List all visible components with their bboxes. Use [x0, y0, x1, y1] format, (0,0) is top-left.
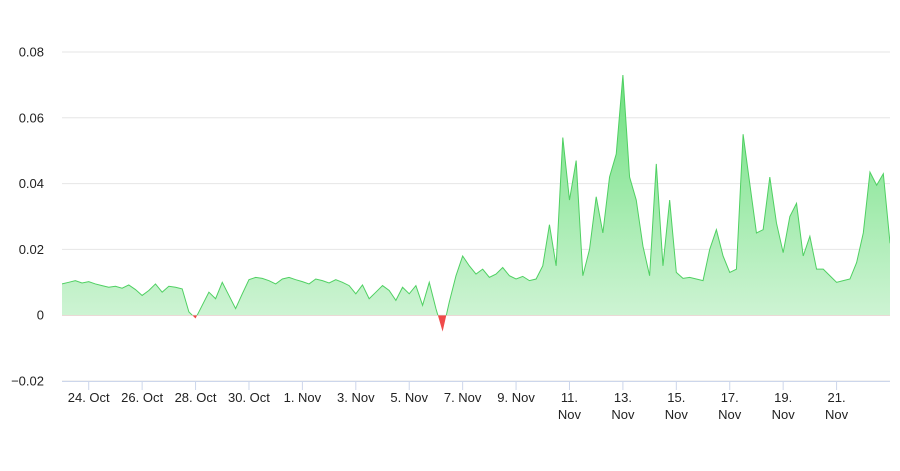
x-tick-label: 28. Oct [175, 390, 217, 405]
x-tick-label: 15. [667, 390, 685, 405]
x-axis: 24. Oct 26. Oct 28. Oct 30. Oct 1. Nov 3. Nov… [62, 381, 890, 422]
y-axis: −0.02 0 0.02 0.04 0.06 0.08 [11, 45, 44, 389]
x-tick-label: 17. [721, 390, 739, 405]
x-tick-label: 1. Nov [284, 390, 322, 405]
x-tick-label: Nov [718, 407, 742, 422]
y-tick-label: −0.02 [11, 374, 44, 389]
x-tick-label: Nov [558, 407, 582, 422]
x-tick-label: 19. [774, 390, 792, 405]
x-tick-label: 3. Nov [337, 390, 375, 405]
x-tick-label: 11. [561, 390, 578, 405]
x-tick-label: Nov [665, 407, 689, 422]
x-tick-label: 21. [828, 390, 846, 405]
y-tick-label: 0.06 [19, 110, 44, 125]
chart-canvas: −0.02 0 0.02 0.04 0.06 0.08 24. Oct 26. Oct 28.… [11, 45, 890, 422]
x-tick-label: 30. Oct [228, 390, 270, 405]
x-tick-label: 24. Oct [68, 390, 110, 405]
positive-area [62, 75, 890, 316]
x-tick-label: 26. Oct [121, 390, 163, 405]
area-chart: −0.02 0 0.02 0.04 0.06 0.08 24. Oct 26. Oct 28.… [0, 0, 900, 471]
x-tick-label: Nov [772, 407, 796, 422]
x-tick-label: 9. Nov [497, 390, 535, 405]
x-tick-label: 13. [614, 390, 632, 405]
series-area [62, 74, 890, 332]
x-tick-label: 5. Nov [390, 390, 428, 405]
x-tick-label: Nov [825, 407, 849, 422]
y-tick-label: 0.04 [19, 176, 44, 191]
x-tick-label: 7. Nov [444, 390, 482, 405]
y-tick-label: 0 [37, 308, 44, 323]
y-tick-label: 0.02 [19, 242, 44, 257]
y-tick-label: 0.08 [19, 45, 44, 60]
x-tick-label: Nov [611, 407, 635, 422]
